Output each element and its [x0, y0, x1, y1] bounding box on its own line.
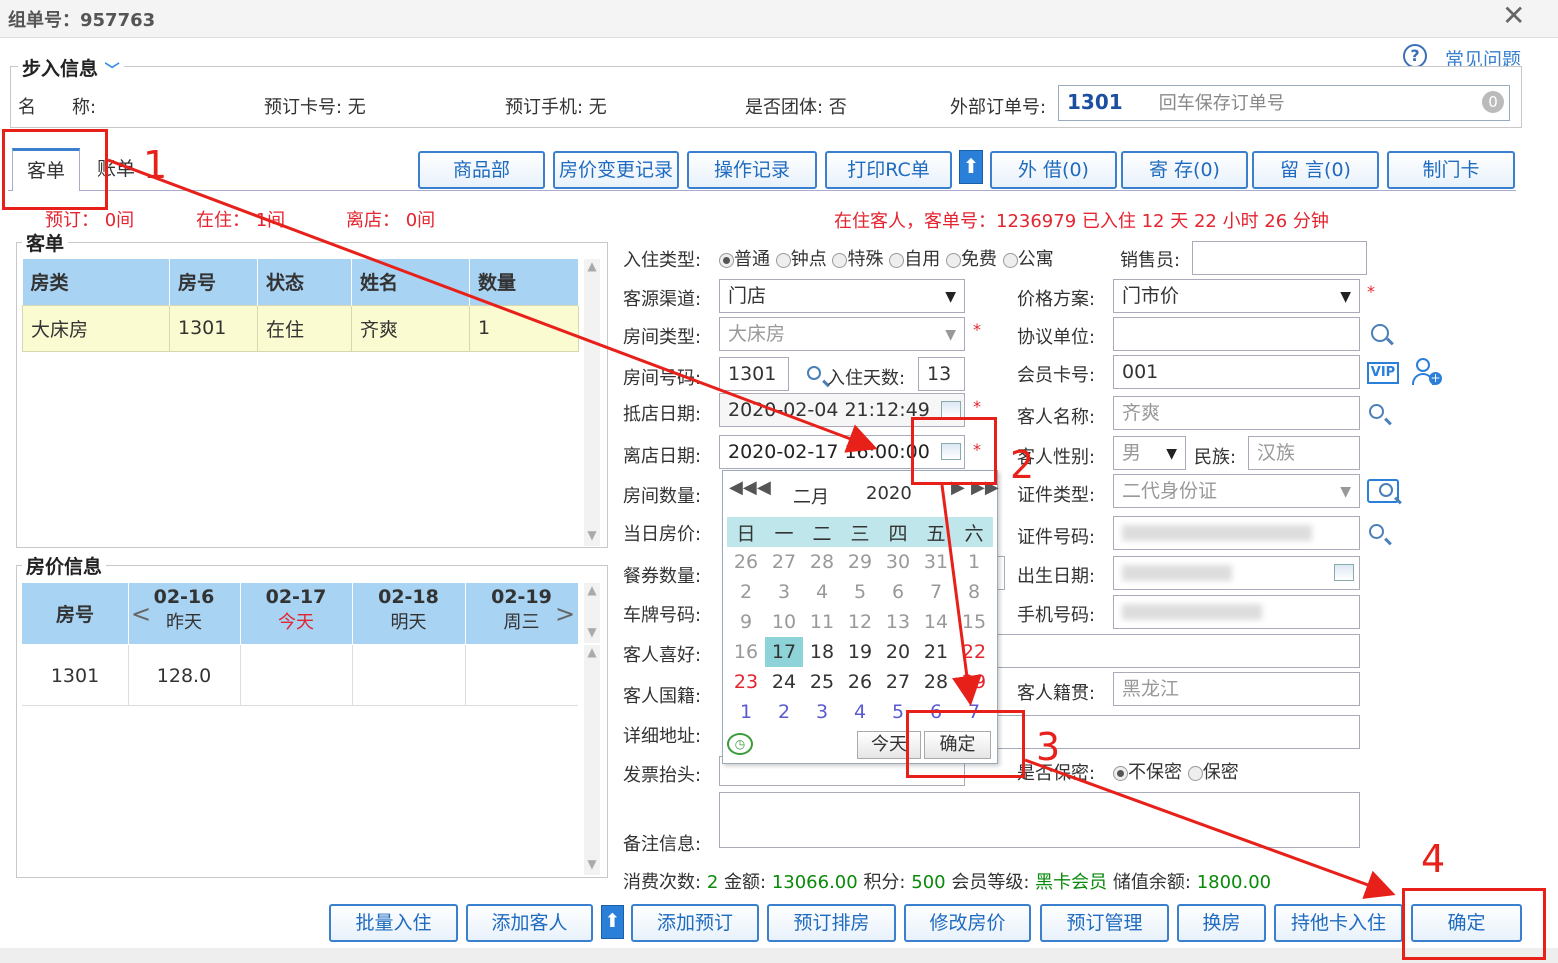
booking-dialog: 组单号：957763 ✕ ? 常见问题 步入信息 ﹀ 名 称: 预订卡号: 无 … [0, 0, 1558, 963]
arrow-3 [1024, 758, 1396, 899]
annotation-arrows [107, 158, 1396, 899]
arrow-1 [107, 158, 878, 453]
arrow-2 [940, 484, 982, 706]
